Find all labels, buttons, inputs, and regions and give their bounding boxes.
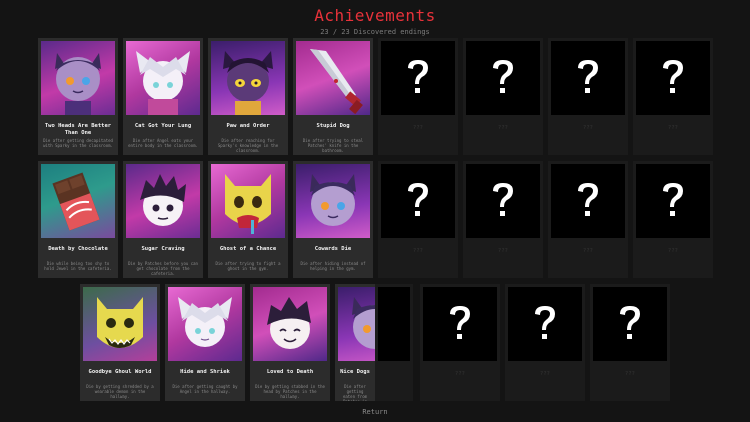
- achievement-title: Death by Chocolate: [48, 246, 108, 252]
- question-mark-icon: [466, 41, 540, 115]
- question-mark-icon: [381, 41, 455, 115]
- dark-cat-yellow-eyes-portrait-icon: [211, 41, 285, 115]
- question-mark-icon: [381, 164, 455, 238]
- question-mark-icon: [636, 164, 710, 238]
- achievement-description: Die after getting eaten from Patches in …: [342, 384, 368, 401]
- achievement-title: ???: [668, 125, 678, 131]
- locked-art: [381, 41, 455, 115]
- white-haired-cat-portrait-icon: [126, 41, 200, 115]
- return-button[interactable]: Return: [0, 408, 750, 416]
- locked-art: [466, 164, 540, 238]
- achievement-card[interactable]: Hide and Shriek Die after getting caught…: [165, 284, 245, 401]
- yellow-ghost-mask-icon: [211, 164, 285, 238]
- locked-art: [466, 41, 540, 115]
- achievement-card[interactable]: Ghost of a Chance Die after trying to fi…: [208, 161, 288, 278]
- achievement-title: ???: [413, 248, 423, 254]
- achievement-card[interactable]: Two Heads Are Better Than One Die after …: [38, 38, 118, 155]
- achievement-description: Die after trying to steal Patches' knife…: [302, 138, 364, 153]
- achievement-title: Stupid Dog: [316, 123, 350, 129]
- achievement-title: Cat Got Your Lung: [134, 123, 192, 129]
- achievement-title: Cowards Die: [314, 246, 352, 252]
- achievement-title: Two Heads Are Better Than One: [44, 123, 112, 136]
- achievement-card[interactable]: Cat Got Your Lung Die after Angel eats y…: [123, 38, 203, 155]
- question-mark-icon: [551, 164, 625, 238]
- achievement-title: ???: [540, 371, 550, 377]
- locked-achievement-card[interactable]: ???: [378, 38, 458, 155]
- locked-art: [551, 41, 625, 115]
- achievement-card[interactable]: Nice Dogs Die after getting eaten from P…: [335, 284, 375, 401]
- question-mark-icon: [466, 164, 540, 238]
- achievement-card[interactable]: Loved to Death Die by getting stabbed in…: [250, 284, 330, 401]
- question-mark-icon: [593, 287, 667, 361]
- question-mark-icon: [423, 287, 497, 361]
- chocolate-bar-icon: [41, 164, 115, 238]
- locked-achievement-card[interactable]: ???: [548, 38, 628, 155]
- two-heads-cat-portrait-icon: [41, 41, 115, 115]
- achievement-title: ???: [668, 248, 678, 254]
- achievement-title: ???: [583, 125, 593, 131]
- locked-art: [378, 287, 410, 361]
- achievement-title: ???: [625, 371, 635, 377]
- locked-achievement-card[interactable]: ???: [420, 284, 500, 401]
- achievement-description: Die while being too shy to hold Jewel in…: [44, 261, 112, 271]
- locked-art: [593, 287, 667, 361]
- white-haired-cat-portrait-icon: [168, 287, 242, 361]
- cat-partial-portrait-icon: [338, 287, 375, 361]
- achievement-title: Sugar Craving: [141, 246, 185, 252]
- locked-achievement-card[interactable]: ???: [590, 284, 670, 401]
- question-mark-icon: [636, 41, 710, 115]
- achievement-card[interactable]: Paw and Order Die after reaching for Spa…: [208, 38, 288, 155]
- smiling-boy-portrait-icon: [253, 287, 327, 361]
- achievement-title: ???: [413, 125, 423, 131]
- achievement-card[interactable]: Goodbye Ghoul World Die by getting shred…: [80, 284, 160, 401]
- locked-art: [636, 41, 710, 115]
- endings-counter: 23 / 23 Discovered endings: [320, 28, 430, 36]
- spiky-hair-boy-portrait-icon: [126, 164, 200, 238]
- achievement-description: Die after Angel eats your entire body in…: [128, 138, 198, 148]
- locked-art: [423, 287, 497, 361]
- locked-achievement-card[interactable]: ???: [505, 284, 585, 401]
- question-mark-icon: [551, 41, 625, 115]
- achievement-title: Nice Dogs: [340, 369, 370, 375]
- locked-achievement-card[interactable]: ???: [633, 161, 713, 278]
- question-mark-icon: [508, 287, 582, 361]
- achievement-title: ???: [498, 248, 508, 254]
- achievement-card[interactable]: Cowards Die Die after hiding instead of …: [293, 161, 373, 278]
- achievement-title: Paw and Order: [226, 123, 270, 129]
- locked-achievement-card[interactable]: ???: [463, 38, 543, 155]
- achievement-description: Die after hiding instead of helping in t…: [300, 261, 366, 271]
- achievement-title: Goodbye Ghoul World: [88, 369, 152, 375]
- achievement-title: Hide and Shriek: [180, 369, 230, 375]
- achievement-description: Die by Patches before you can get chocol…: [128, 261, 198, 276]
- achievement-description: Die after getting decapitated with Spark…: [43, 138, 113, 148]
- achievement-title: ???: [583, 248, 593, 254]
- locked-achievement-card[interactable]: ???: [633, 38, 713, 155]
- achievement-card[interactable]: Sugar Craving Die by Patches before you …: [123, 161, 203, 278]
- achievement-description: Die after trying to fight a ghost in the…: [215, 261, 281, 271]
- achievement-title: Ghost of a Chance: [219, 246, 277, 252]
- achievement-title: ???: [455, 371, 465, 377]
- achievement-title: Loved to Death: [266, 369, 314, 375]
- achievement-description: Die after reaching for Sparky's knowledg…: [217, 138, 279, 153]
- achievement-description: Die by getting stabbed in the head by Pa…: [255, 384, 325, 399]
- locked-art: [551, 164, 625, 238]
- locked-achievement-card[interactable]: ???: [463, 161, 543, 278]
- page-title: Achievements: [314, 6, 436, 25]
- locked-art: [381, 164, 455, 238]
- achievement-description: Die by getting shredded by a wearable de…: [86, 384, 154, 399]
- bloody-knife-icon: [296, 41, 370, 115]
- achievement-card[interactable]: Stupid Dog Die after trying to steal Pat…: [293, 38, 373, 155]
- locked-achievement-card[interactable]: [375, 284, 413, 401]
- locked-achievement-card[interactable]: ???: [548, 161, 628, 278]
- achievement-title: ???: [498, 125, 508, 131]
- locked-art: [508, 287, 582, 361]
- locked-achievement-card[interactable]: ???: [378, 161, 458, 278]
- locked-art: [636, 164, 710, 238]
- achievement-description: Die after getting caught by Angel in the…: [172, 384, 238, 394]
- purple-cat-blue-eyes-portrait-icon: [296, 164, 370, 238]
- achievement-card[interactable]: Death by Chocolate Die while being too s…: [38, 161, 118, 278]
- grinning-ghost-mask-icon: [83, 287, 157, 361]
